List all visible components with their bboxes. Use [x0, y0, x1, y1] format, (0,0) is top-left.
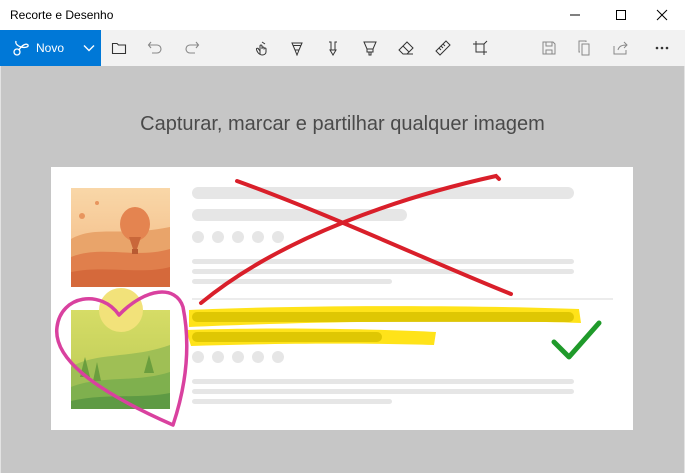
landscape-photo	[71, 288, 170, 409]
placeholder-rows-bottom	[192, 351, 574, 404]
minimize-icon	[570, 14, 580, 16]
redo-icon	[185, 41, 200, 54]
touch-writing-icon	[256, 41, 267, 56]
pencil-button[interactable]	[319, 34, 347, 62]
redo-button[interactable]	[178, 34, 206, 62]
save-icon	[542, 41, 556, 55]
more-options-button[interactable]	[648, 34, 676, 62]
share-icon	[613, 41, 628, 55]
new-snip-button[interactable]: Novo	[0, 30, 74, 66]
new-button-label: Novo	[36, 41, 65, 55]
snip-icon	[13, 40, 29, 56]
toolbar: Novo	[0, 30, 685, 66]
copy-icon	[578, 40, 590, 56]
page-headline: Capturar, marcar e partilhar qualquer im…	[140, 113, 545, 135]
eraser-button[interactable]	[392, 34, 420, 62]
undo-button[interactable]	[141, 34, 169, 62]
undo-icon	[147, 41, 162, 54]
eraser-icon	[398, 41, 414, 55]
chevron-down-icon	[83, 45, 94, 52]
maximize-button[interactable]	[598, 0, 644, 30]
pencil-icon	[329, 41, 337, 56]
crop-icon	[473, 40, 488, 55]
title-bar: Recorte e Desenho	[0, 0, 685, 30]
check-mark	[551, 320, 602, 360]
window-title: Recorte e Desenho	[10, 8, 114, 22]
illustration-graphic	[55, 173, 613, 427]
save-button[interactable]	[535, 34, 563, 62]
open-folder-icon	[111, 42, 127, 55]
more-icon	[655, 46, 669, 50]
close-button[interactable]	[639, 0, 685, 30]
crop-button[interactable]	[466, 34, 494, 62]
open-file-button[interactable]	[105, 34, 133, 62]
highlighter-icon	[363, 41, 377, 56]
close-icon	[656, 9, 668, 21]
copy-button[interactable]	[571, 34, 599, 62]
ballpoint-pen-button[interactable]	[283, 34, 311, 62]
highlighter-strokes	[186, 306, 581, 346]
ballpoint-pen-icon	[291, 42, 303, 56]
ruler-icon	[435, 40, 451, 56]
new-snip-dropdown[interactable]	[76, 30, 101, 66]
ruler-button[interactable]	[429, 34, 457, 62]
highlighter-button[interactable]	[356, 34, 384, 62]
new-snip-control: Novo	[0, 30, 101, 66]
welcome-illustration	[51, 167, 633, 430]
touch-writing-button[interactable]	[248, 34, 276, 62]
balloon-photo	[71, 188, 170, 287]
minimize-button[interactable]	[552, 0, 598, 30]
share-button[interactable]	[607, 34, 635, 62]
maximize-icon	[616, 10, 626, 20]
